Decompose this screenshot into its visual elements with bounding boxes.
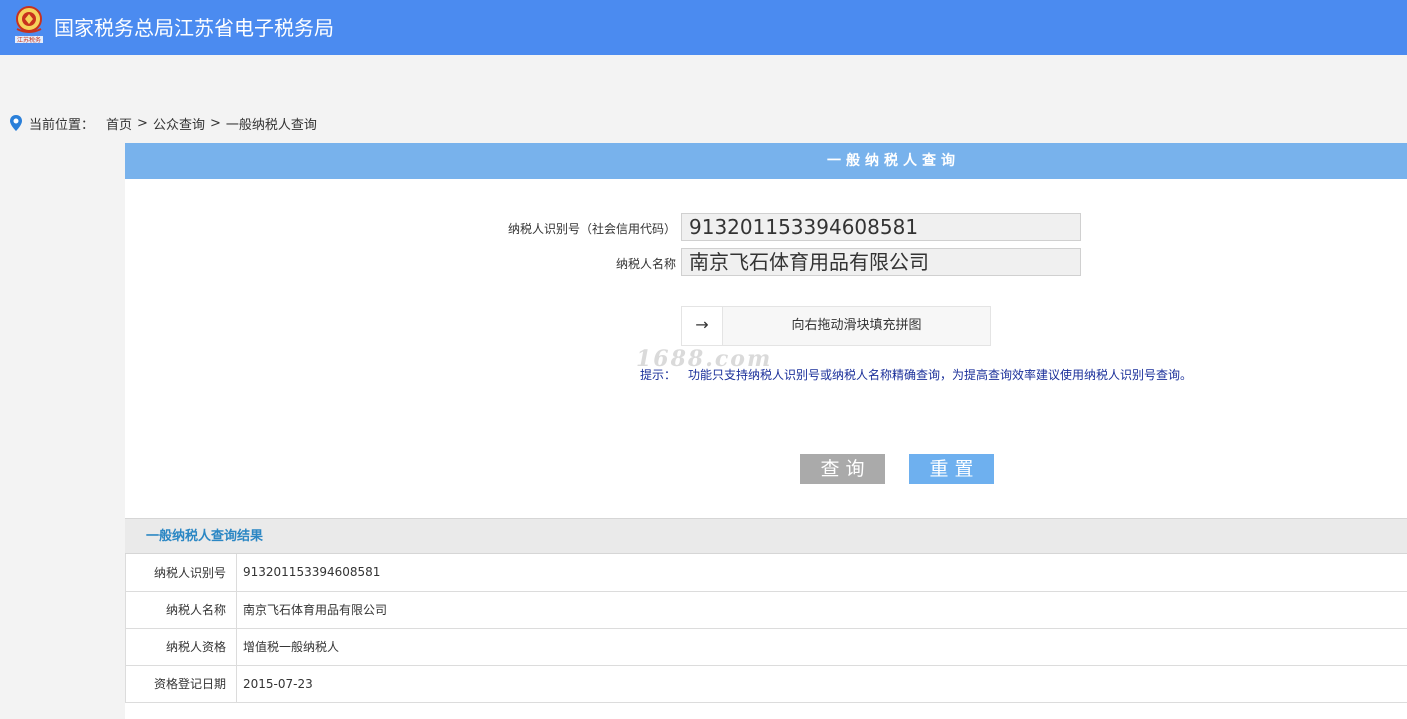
taxpayer-id-input[interactable]: 913201153394608581 [681, 213, 1081, 241]
svg-text:江苏税务: 江苏税务 [17, 36, 41, 44]
breadcrumb-home-link[interactable]: 首页 [106, 114, 132, 133]
taxpayer-name-input[interactable]: 南京飞石体育用品有限公司 [681, 248, 1081, 276]
taxpayer-name-label: 纳税人名称 [616, 257, 677, 271]
hint-text: 功能只支持纳税人识别号或纳税人名称精确查询，为提高查询效率建议使用纳税人识别号查… [688, 368, 1193, 382]
breadcrumb-separator: > [137, 115, 148, 131]
result-value: 南京飞石体育用品有限公司 [236, 591, 1407, 629]
query-panel: 一般纳税人查询 纳税人识别号（社会信用代码） 91320115339460858… [125, 143, 1407, 519]
panel-title: 一般纳税人查询 [125, 143, 1407, 179]
left-sidebar [0, 143, 125, 719]
query-button[interactable]: 查询 [800, 454, 885, 484]
result-value: 增值税一般纳税人 [236, 628, 1407, 666]
table-row: 资格登记日期 2015-07-23 [125, 665, 1407, 703]
reset-button[interactable]: 重置 [909, 454, 994, 484]
query-hint: 提示： 功能只支持纳税人识别号或纳税人名称精确查询，为提高查询效率建议使用纳税人识… [640, 366, 1192, 383]
taxpayer-id-label: 纳税人识别号（社会信用代码） [508, 222, 677, 236]
result-panel: 一般纳税人查询结果 纳税人识别号 913201153394608581 纳税人名… [125, 518, 1407, 719]
hint-key: 提示： [640, 368, 677, 382]
table-row: 纳税人识别号 913201153394608581 [125, 554, 1407, 592]
table-row: 纳税人资格 增值税一般纳税人 [125, 628, 1407, 666]
slider-instruction: 向右拖动滑块填充拼图 [791, 318, 922, 333]
breadcrumb-separator: > [209, 115, 221, 131]
captcha-slider[interactable]: → 向右拖动滑块填充拼图 [681, 306, 991, 346]
breadcrumb-label: 当前位置： [29, 117, 95, 133]
arrow-right-icon[interactable]: → [682, 307, 723, 345]
location-pin-icon [8, 114, 24, 132]
result-value: 913201153394608581 [236, 554, 1407, 592]
app-header: 江苏税务 国家税务总局江苏省电子税务局 [0, 0, 1407, 55]
result-label: 纳税人资格 [125, 628, 237, 666]
result-table: 纳税人识别号 913201153394608581 纳税人名称 南京飞石体育用品… [125, 554, 1407, 703]
result-label: 资格登记日期 [125, 665, 237, 703]
result-value: 2015-07-23 [236, 665, 1407, 703]
breadcrumb-public-query-link[interactable]: 公众查询 [153, 114, 205, 133]
breadcrumb-current: 一般纳税人查询 [225, 117, 317, 133]
result-label: 纳税人名称 [125, 591, 237, 629]
result-title: 一般纳税人查询结果 [125, 518, 1407, 554]
table-row: 纳税人名称 南京飞石体育用品有限公司 [125, 591, 1407, 629]
result-label: 纳税人识别号 [125, 554, 237, 592]
site-title: 国家税务总局江苏省电子税务局 [54, 16, 334, 40]
tax-emblem-icon[interactable]: 江苏税务 [12, 4, 46, 44]
breadcrumb: 当前位置： 首页 > 公众查询 > 一般纳税人查询 [8, 114, 317, 133]
